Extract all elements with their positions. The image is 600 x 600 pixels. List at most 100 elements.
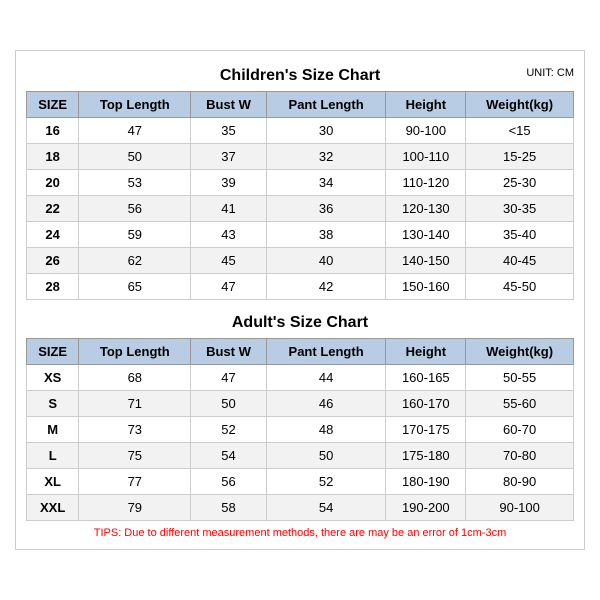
table-cell: 55-60 — [466, 391, 574, 417]
table-row: 1647353090-100<15 — [27, 118, 574, 144]
table-cell: 30-35 — [466, 196, 574, 222]
adult-col-toplength: Top Length — [79, 339, 191, 365]
table-cell: 58 — [191, 495, 266, 521]
table-cell: 45-50 — [466, 274, 574, 300]
table-cell: 15-25 — [466, 144, 574, 170]
table-cell: L — [27, 443, 79, 469]
chart-container: Children's Size Chart UNIT: CM SIZE Top … — [15, 50, 585, 550]
table-cell: 50 — [191, 391, 266, 417]
adult-col-pantlength: Pant Length — [266, 339, 386, 365]
table-row: 18503732100-11015-25 — [27, 144, 574, 170]
table-cell: 79 — [79, 495, 191, 521]
table-cell: 73 — [79, 417, 191, 443]
table-cell: 20 — [27, 170, 79, 196]
adult-col-size: SIZE — [27, 339, 79, 365]
table-cell: 53 — [79, 170, 191, 196]
children-col-toplength: Top Length — [79, 92, 191, 118]
adult-header-row: SIZE Top Length Bust W Pant Length Heigh… — [27, 339, 574, 365]
adult-title: Adult's Size Chart — [26, 308, 574, 334]
table-cell: XS — [27, 365, 79, 391]
table-cell: 24 — [27, 222, 79, 248]
table-cell: 56 — [79, 196, 191, 222]
children-title: Children's Size Chart UNIT: CM — [26, 61, 574, 87]
table-cell: 130-140 — [386, 222, 466, 248]
table-cell: 59 — [79, 222, 191, 248]
adult-section: Adult's Size Chart SIZE Top Length Bust … — [26, 308, 574, 521]
table-cell: 180-190 — [386, 469, 466, 495]
adult-tbody: XS684744160-16550-55S715046160-17055-60M… — [27, 365, 574, 521]
table-row: XS684744160-16550-55 — [27, 365, 574, 391]
table-cell: 34 — [266, 170, 386, 196]
table-cell: 60-70 — [466, 417, 574, 443]
children-col-height: Height — [386, 92, 466, 118]
table-cell: 100-110 — [386, 144, 466, 170]
table-cell: 160-165 — [386, 365, 466, 391]
table-row: XXL795854190-20090-100 — [27, 495, 574, 521]
children-title-text: Children's Size Chart — [220, 67, 380, 84]
table-cell: 90-100 — [466, 495, 574, 521]
table-cell: 38 — [266, 222, 386, 248]
table-cell: 71 — [79, 391, 191, 417]
table-cell: 56 — [191, 469, 266, 495]
table-cell: 44 — [266, 365, 386, 391]
table-cell: 48 — [266, 417, 386, 443]
adult-table: SIZE Top Length Bust W Pant Length Heigh… — [26, 338, 574, 521]
table-cell: 25-30 — [466, 170, 574, 196]
table-cell: 41 — [191, 196, 266, 222]
table-row: 26624540140-15040-45 — [27, 248, 574, 274]
table-cell: 50-55 — [466, 365, 574, 391]
table-cell: 16 — [27, 118, 79, 144]
adult-col-height: Height — [386, 339, 466, 365]
adult-title-text: Adult's Size Chart — [232, 314, 368, 331]
table-row: M735248170-17560-70 — [27, 417, 574, 443]
children-tbody: 1647353090-100<1518503732100-11015-25205… — [27, 118, 574, 300]
table-cell: 35 — [191, 118, 266, 144]
children-col-pantlength: Pant Length — [266, 92, 386, 118]
table-cell: 110-120 — [386, 170, 466, 196]
table-cell: 120-130 — [386, 196, 466, 222]
table-cell: 75 — [79, 443, 191, 469]
table-row: L755450175-18070-80 — [27, 443, 574, 469]
table-cell: 42 — [266, 274, 386, 300]
table-cell: XXL — [27, 495, 79, 521]
table-cell: 54 — [191, 443, 266, 469]
table-cell: 70-80 — [466, 443, 574, 469]
table-cell: 190-200 — [386, 495, 466, 521]
table-cell: 90-100 — [386, 118, 466, 144]
table-cell: <15 — [466, 118, 574, 144]
table-cell: 150-160 — [386, 274, 466, 300]
table-cell: 62 — [79, 248, 191, 274]
unit-label: UNIT: CM — [526, 67, 574, 79]
table-cell: 40 — [266, 248, 386, 274]
table-row: 24594338130-14035-40 — [27, 222, 574, 248]
table-cell: S — [27, 391, 79, 417]
table-cell: 47 — [79, 118, 191, 144]
table-cell: 35-40 — [466, 222, 574, 248]
table-row: 20533934110-12025-30 — [27, 170, 574, 196]
table-cell: 160-170 — [386, 391, 466, 417]
table-cell: 54 — [266, 495, 386, 521]
table-row: S715046160-17055-60 — [27, 391, 574, 417]
table-cell: 140-150 — [386, 248, 466, 274]
table-cell: 37 — [191, 144, 266, 170]
adult-col-bustw: Bust W — [191, 339, 266, 365]
table-cell: 46 — [266, 391, 386, 417]
table-cell: XL — [27, 469, 79, 495]
table-cell: 175-180 — [386, 443, 466, 469]
table-cell: 22 — [27, 196, 79, 222]
children-table: SIZE Top Length Bust W Pant Length Heigh… — [26, 91, 574, 300]
table-cell: 28 — [27, 274, 79, 300]
table-cell: 52 — [266, 469, 386, 495]
table-cell: 52 — [191, 417, 266, 443]
table-cell: 47 — [191, 274, 266, 300]
table-cell: 32 — [266, 144, 386, 170]
children-col-weight: Weight(kg) — [466, 92, 574, 118]
table-row: 28654742150-16045-50 — [27, 274, 574, 300]
table-cell: 50 — [79, 144, 191, 170]
table-cell: 39 — [191, 170, 266, 196]
table-cell: 40-45 — [466, 248, 574, 274]
table-cell: 26 — [27, 248, 79, 274]
table-cell: 80-90 — [466, 469, 574, 495]
children-col-bustw: Bust W — [191, 92, 266, 118]
table-cell: 50 — [266, 443, 386, 469]
